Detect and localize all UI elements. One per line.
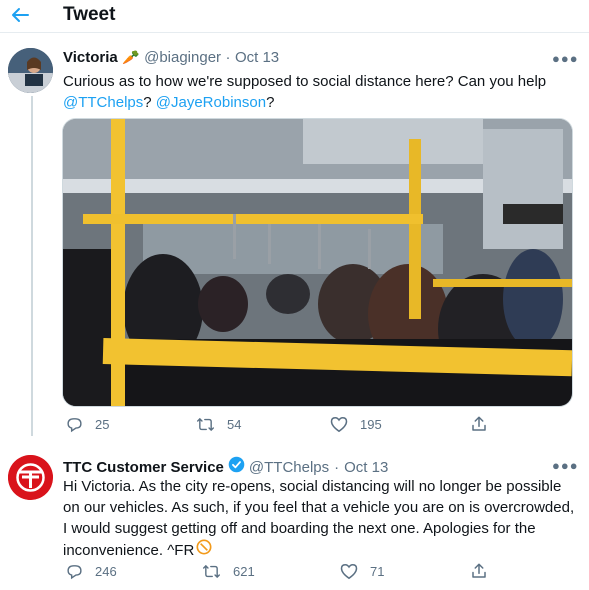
share-button[interactable]: [470, 415, 500, 433]
mention-jayerobinson[interactable]: @JayeRobinson: [156, 94, 266, 111]
like-count: 195: [360, 417, 382, 432]
carrot-emoji: 🥕: [122, 49, 140, 65]
author-handle[interactable]: @TTChelps: [249, 459, 329, 476]
share-icon: [472, 416, 486, 431]
avatar[interactable]: [8, 48, 53, 93]
tweet-author-row: TTC Customer Service @TTChelps · Oct 13: [63, 456, 388, 478]
verified-badge-icon: [228, 456, 245, 478]
retweet-count: 54: [227, 417, 242, 432]
reply-icon: [67, 418, 82, 433]
share-button[interactable]: [470, 562, 500, 580]
like-button[interactable]: 71: [340, 563, 384, 580]
separator-dot: ·: [225, 49, 231, 66]
no-entry-emoji: [196, 539, 212, 561]
tweet-text-line: Curious as to how we're supposed to soci…: [63, 73, 547, 90]
punctuation: ?: [266, 94, 275, 111]
retweet-icon: [202, 564, 220, 579]
page-title: Tweet: [63, 4, 116, 25]
tweet-text-line: on our vehicles. As such, if you feel th…: [63, 499, 575, 516]
tweet-text-line: Hi Victoria. As the city re-opens, socia…: [63, 478, 562, 495]
tweet-date[interactable]: Oct 13: [344, 459, 388, 476]
reply-count: 25: [95, 417, 110, 432]
like-icon: [330, 416, 348, 433]
like-button[interactable]: 195: [330, 416, 382, 433]
avatar[interactable]: [8, 455, 53, 500]
top-header: Tweet: [0, 0, 589, 32]
share-icon: [472, 563, 486, 578]
author-handle[interactable]: @biaginger: [144, 49, 221, 66]
tweet-text: Hi Victoria. As the city re-opens, socia…: [63, 476, 578, 561]
like-count: 71: [370, 564, 385, 579]
tweet-photo[interactable]: [62, 118, 573, 407]
tweet-author-row: Victoria 🥕 @biaginger · Oct 13: [63, 49, 279, 67]
more-icon[interactable]: ●●●: [552, 458, 579, 473]
thread-line: [31, 96, 33, 436]
retweet-count: 621: [233, 564, 255, 579]
tweet-text-line: inconvenience. ^FR: [63, 541, 195, 559]
reply-count: 246: [95, 564, 117, 579]
tweet-date[interactable]: Oct 13: [235, 49, 279, 66]
punctuation: ?: [143, 94, 152, 111]
retweet-icon: [196, 417, 214, 432]
retweet-button[interactable]: 54: [196, 416, 241, 433]
tweet-text-line: I would suggest getting off and boarding…: [63, 520, 536, 537]
author-name[interactable]: TTC Customer Service: [63, 459, 224, 476]
more-icon[interactable]: ●●●: [552, 51, 579, 66]
back-arrow-icon[interactable]: [8, 3, 32, 27]
retweet-button[interactable]: 621: [202, 563, 255, 580]
header-divider: [0, 32, 589, 33]
like-icon: [340, 563, 358, 580]
tweet-text: Curious as to how we're supposed to soci…: [63, 71, 573, 113]
reply-button[interactable]: 246: [66, 563, 117, 580]
author-name[interactable]: Victoria: [63, 49, 118, 66]
reply-button[interactable]: 25: [66, 416, 109, 433]
separator-dot: ·: [334, 458, 340, 476]
mention-ttchelps[interactable]: @TTChelps: [63, 94, 143, 111]
reply-icon: [67, 565, 82, 580]
